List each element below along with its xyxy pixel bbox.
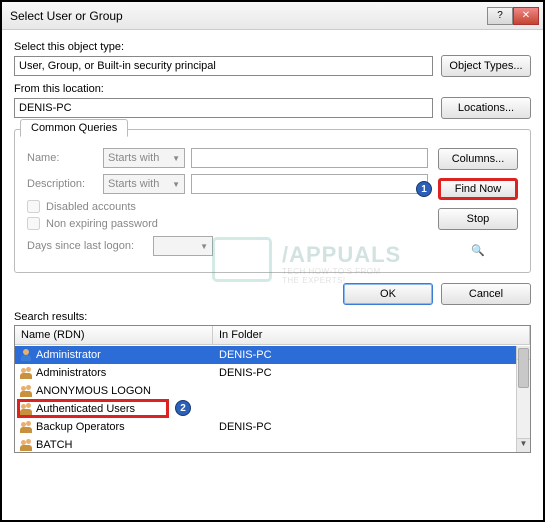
from-location-label: From this location: [14, 83, 531, 95]
days-since-label: Days since last logon: [27, 240, 147, 252]
table-row[interactable]: AdministratorsDENIS-PC [15, 364, 516, 382]
cell-folder: DENIS-PC [213, 367, 516, 379]
ok-button[interactable]: OK [343, 283, 433, 305]
vertical-scrollbar[interactable]: ▲ ▼ [516, 346, 530, 452]
window-controls: ? ✕ [487, 7, 539, 25]
annotation-badge-1: 1 [416, 181, 432, 197]
search-results-label: Search results: [14, 311, 531, 323]
cell-name: Administrator [15, 349, 213, 361]
annotation-badge-2: 2 [175, 400, 191, 416]
group-icon [19, 385, 33, 397]
table-row[interactable]: Backup OperatorsDENIS-PC [15, 418, 516, 436]
group-icon [19, 439, 33, 451]
chevron-down-icon: ▼ [172, 154, 180, 163]
scroll-thumb[interactable] [518, 348, 529, 388]
name-label: Name: [27, 152, 97, 164]
results-list: Name (RDN) In Folder AdministratorDENIS-… [14, 325, 531, 453]
cell-name: BATCH [15, 439, 213, 451]
object-type-field[interactable] [14, 56, 433, 76]
days-since-combo[interactable]: ▼ [153, 236, 213, 256]
locations-button[interactable]: Locations... [441, 97, 531, 119]
close-button[interactable]: ✕ [513, 7, 539, 25]
object-type-label: Select this object type: [14, 41, 531, 53]
column-header-folder[interactable]: In Folder [213, 326, 530, 344]
window-title: Select User or Group [10, 9, 487, 23]
disabled-accounts-checkbox[interactable]: Disabled accounts [27, 200, 428, 213]
columns-button[interactable]: Columns... [438, 148, 518, 170]
column-header-name[interactable]: Name (RDN) [15, 326, 213, 344]
object-types-button[interactable]: Object Types... [441, 55, 531, 77]
description-input[interactable] [191, 174, 428, 194]
cell-folder: DENIS-PC [213, 421, 516, 433]
query-form: Name: Starts with▼ Description: Starts w… [27, 148, 428, 262]
query-side-buttons: Columns... 1 Find Now Stop 🔍 [438, 148, 518, 262]
titlebar: Select User or Group ? ✕ [2, 2, 543, 30]
cancel-button[interactable]: Cancel [441, 283, 531, 305]
non-expiring-checkbox[interactable]: Non expiring password [27, 217, 428, 230]
table-row[interactable]: AdministratorDENIS-PC [15, 346, 516, 364]
cell-name: Backup Operators [15, 421, 213, 433]
results-body: AdministratorDENIS-PCAdministratorsDENIS… [15, 346, 516, 452]
table-row[interactable]: ANONYMOUS LOGON [15, 382, 516, 400]
location-field[interactable] [14, 98, 433, 118]
cell-name: Administrators [15, 367, 213, 379]
results-header: Name (RDN) In Folder [15, 326, 530, 345]
help-button[interactable]: ? [487, 7, 513, 25]
group-icon [19, 367, 33, 379]
group-icon [19, 421, 33, 433]
cell-name: ANONYMOUS LOGON [15, 385, 213, 397]
chevron-down-icon: ▼ [172, 180, 180, 189]
group-icon [19, 403, 33, 415]
common-queries-tab[interactable]: Common Queries [20, 119, 128, 137]
name-mode-combo[interactable]: Starts with▼ [103, 148, 185, 168]
table-row[interactable]: Authenticated Users [15, 400, 516, 418]
table-row[interactable]: BATCH [15, 436, 516, 452]
dialog-content: Select this object type: Object Types...… [2, 30, 543, 461]
name-input[interactable] [191, 148, 428, 168]
common-queries-group: Name: Starts with▼ Description: Starts w… [14, 129, 531, 273]
scroll-down-icon[interactable]: ▼ [517, 438, 530, 452]
description-mode-combo[interactable]: Starts with▼ [103, 174, 185, 194]
stop-button[interactable]: Stop [438, 208, 518, 230]
description-label: Description: [27, 178, 97, 190]
chevron-down-icon: ▼ [200, 242, 208, 251]
user-icon [19, 349, 33, 361]
cell-folder: DENIS-PC [213, 349, 516, 361]
search-icon: 🔍 [464, 244, 492, 257]
find-now-button[interactable]: Find Now [438, 178, 518, 200]
